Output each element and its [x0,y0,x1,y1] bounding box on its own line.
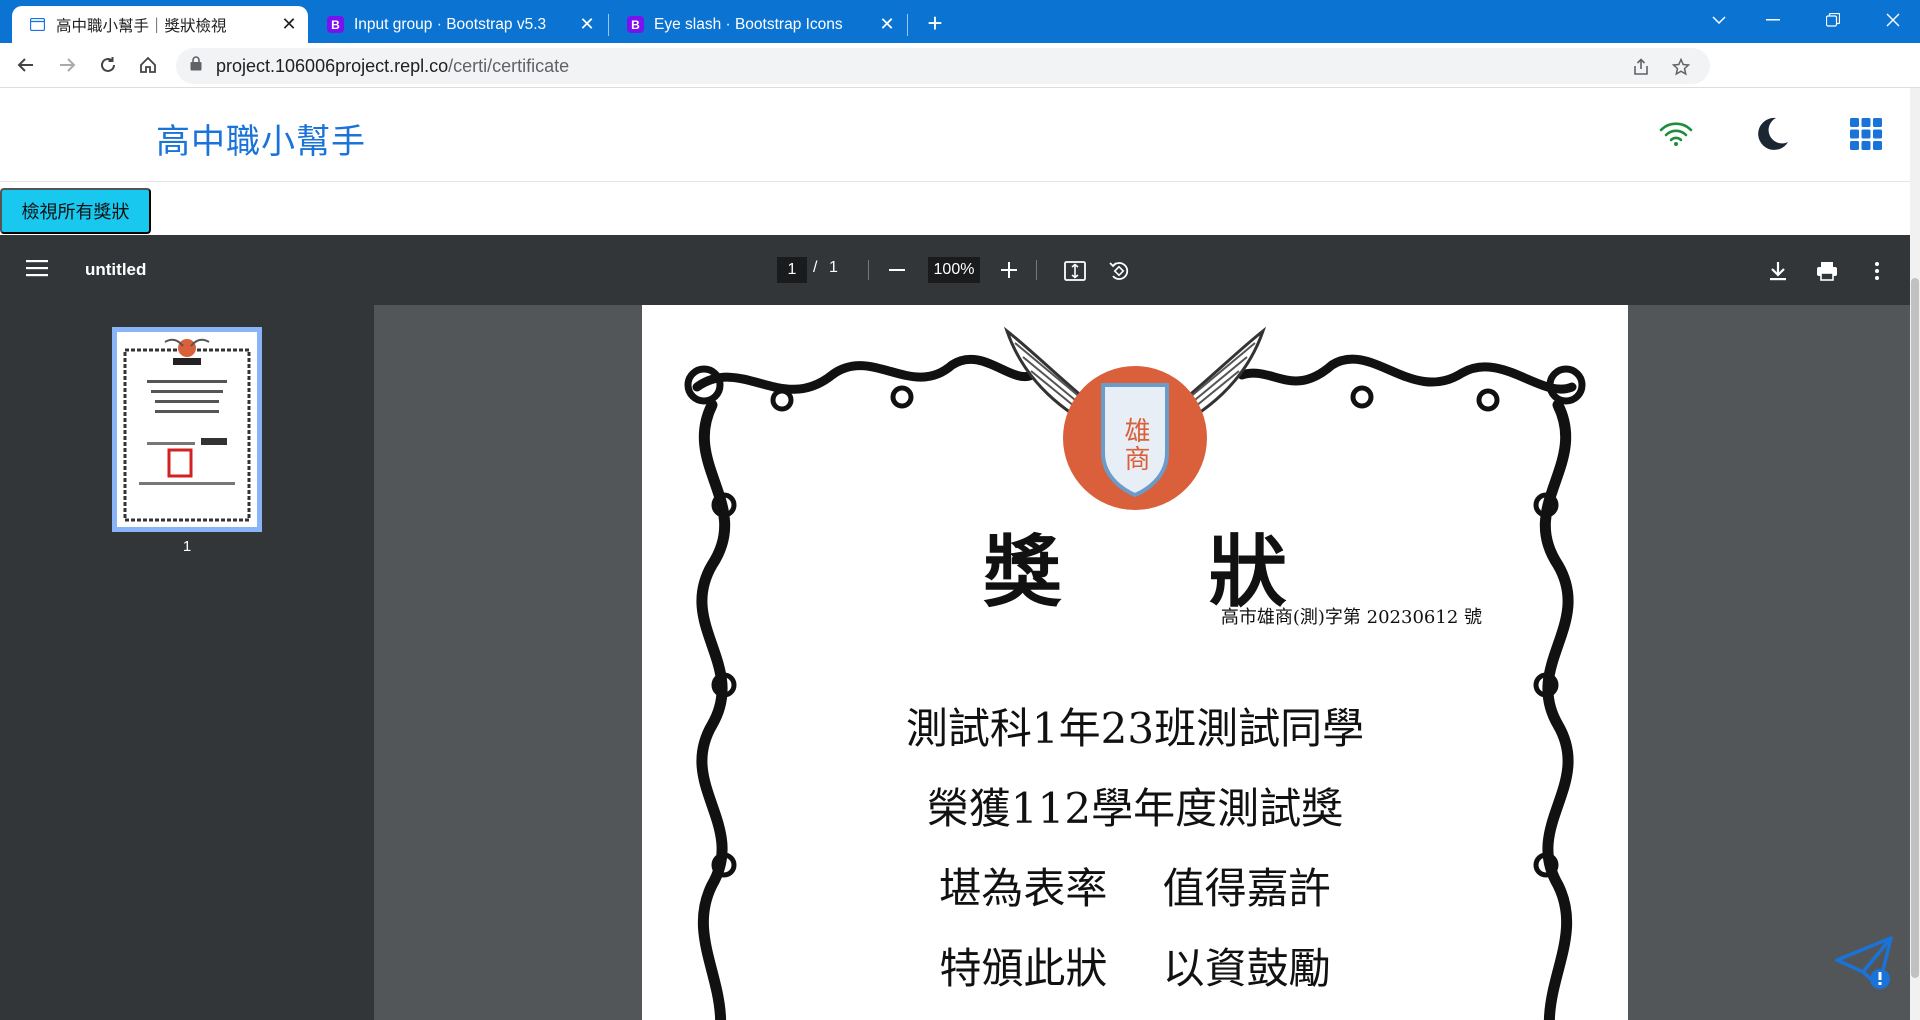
restore-button[interactable] [1810,0,1856,40]
certificate-line-praise: 堪為表率 值得嘉許 [939,864,1331,913]
close-tab-icon[interactable]: ✕ [876,14,898,36]
pdf-document-title: untitled [85,260,147,279]
page-separator: / [813,259,818,276]
tab-input-group[interactable]: B Input group · Bootstrap v5.3 ✕ [310,6,606,43]
bootstrap-icon: B [627,16,644,33]
browser-toolbar: project.106006project.repl.co/certi/cert… [0,43,1920,119]
browser-tab-strip: 高中職小幫手｜獎狀檢視 ✕ B Input group · Bootstrap … [0,0,1920,43]
certificate-page: 雄商 獎 狀 高市雄商(測)字第 20230612 號 測試科1年23班測試同學… [642,305,1628,1020]
page-thumbnail[interactable] [112,327,262,532]
more-options-icon[interactable] [1864,258,1890,284]
pdf-toolbar: untitled 1 / 1 100% [0,235,1910,305]
page-total: 1 [829,259,838,276]
apps-grid-icon[interactable] [1846,114,1886,154]
certificate-line-award: 榮獲112學年度測試獎 [926,784,1344,833]
new-tab-button[interactable]: + [920,8,950,38]
hamburger-menu-icon[interactable] [26,259,48,282]
toolbar-divider [1036,260,1037,280]
lock-icon[interactable] [190,56,208,76]
site-navbar: 高中職小幫手 [0,88,1910,182]
home-button[interactable] [132,49,164,81]
close-window-button[interactable] [1870,0,1916,40]
certificate-number: 高市雄商(測)字第 20230612 號 [1220,607,1482,628]
minimize-button[interactable] [1750,0,1796,40]
scrollbar-thumb[interactable] [1911,278,1919,978]
bookmark-star-icon[interactable] [1670,56,1692,78]
tab-divider [608,14,609,36]
view-all-certificates-button[interactable]: 檢視所有獎狀 [0,188,151,234]
thumbnail-page-number: 1 [182,538,192,555]
pdf-viewer[interactable]: 雄商 獎 狀 高市雄商(測)字第 20230612 號 測試科1年23班測試同學… [374,305,1910,1020]
reload-button[interactable] [92,49,124,81]
download-icon[interactable] [1765,258,1791,284]
site-brand[interactable]: 高中職小幫手 [156,114,366,163]
tab-title: Eye slash · Bootstrap Icons [654,15,843,33]
url-text: project.106006project.repl.co/certi/cert… [216,56,569,77]
tab-certificate-view[interactable]: 高中職小幫手｜獎狀檢視 ✕ [12,6,308,43]
back-button[interactable] [10,49,42,81]
tab-title: Input group · Bootstrap v5.3 [354,15,547,33]
zoom-level-input[interactable]: 100% [928,257,980,283]
emblem-text: 雄商 [1120,417,1150,473]
wifi-icon[interactable] [1656,114,1696,154]
thumbnail-panel: 1 [0,305,374,1020]
fit-to-page-icon[interactable] [1062,258,1088,284]
close-tab-icon[interactable]: ✕ [576,14,598,36]
page-number-input[interactable]: 1 [777,257,807,283]
page-scrollbar[interactable] [1910,88,1920,1020]
address-bar[interactable]: project.106006project.repl.co/certi/cert… [176,48,1710,84]
zoom-in-button[interactable] [996,257,1022,283]
print-icon[interactable] [1814,258,1840,284]
tab-title: 高中職小幫手｜獎狀檢視 [56,17,227,35]
bootstrap-icon: B [327,16,344,33]
url-path: /certi/certificate [448,55,570,76]
rotate-icon[interactable] [1106,258,1132,284]
tab-search-icon[interactable] [1696,0,1742,40]
forward-button[interactable] [51,49,83,81]
page-icon [29,16,46,33]
paper-plane-send-icon[interactable] [1833,932,1897,996]
dark-mode-moon-icon[interactable] [1752,114,1792,154]
certificate-line-recipient: 測試科1年23班測試同學 [905,704,1365,753]
tab-divider [907,14,908,36]
certificate-line-encourage: 特頒此狀 以資鼓勵 [939,944,1331,993]
close-tab-icon[interactable]: ✕ [278,14,300,36]
zoom-out-button[interactable] [884,257,910,283]
toolbar-divider [868,260,869,280]
url-host: project.106006project.repl.co [216,55,449,76]
school-emblem-icon: 雄商 [1003,326,1267,510]
share-icon[interactable] [1630,56,1652,78]
tab-eye-slash[interactable]: B Eye slash · Bootstrap Icons ✕ [610,6,906,43]
